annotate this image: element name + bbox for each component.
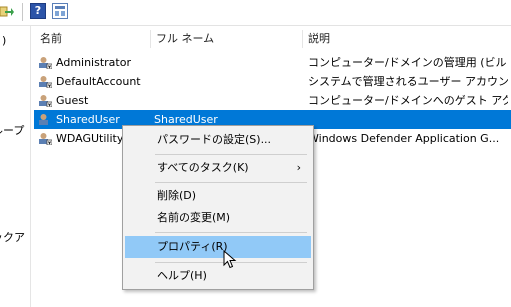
row-name: Administrator [56,56,131,69]
row-name: Guest [56,94,89,107]
user-icon [39,95,52,107]
menu-item-delete[interactable]: 削除(D) [125,185,311,207]
help-glyph: ? [34,4,42,17]
menu-item-properties[interactable]: プロパティ(R) [125,236,311,258]
toolbar-separator [22,3,23,21]
tree-fragment[interactable]: ループ [0,122,24,138]
column-header-full-name[interactable]: フル ネーム [156,26,214,52]
menu-item-label: 削除(D) [157,189,197,202]
row-name: DefaultAccount [56,75,141,88]
column-header-description[interactable]: 説明 [308,26,330,52]
menu-item-set-password[interactable]: パスワードの設定(S)... [125,129,311,151]
tree-pane: ) ループ ックア [0,26,31,307]
menu-separator [155,182,307,183]
menu-item-help[interactable]: ヘルプ(H) [125,265,311,287]
row-description: コンピューター/ドメインの管理用 (ビルト... [308,56,508,69]
menu-item-rename[interactable]: 名前の変更(M) [125,207,311,229]
user-icon [39,114,48,125]
menu-item-label: プロパティ(R) [157,240,228,253]
column-header-name[interactable]: 名前 [40,26,62,52]
table-row[interactable]: DefaultAccount システムで管理されるユーザー アカウン... [34,72,511,91]
help-icon[interactable]: ? [30,3,46,19]
menu-item-label: パスワードの設定(S)... [157,133,272,146]
menu-separator [155,154,307,155]
menu-item-all-tasks[interactable]: すべてのタスク(K) › [125,157,311,179]
menu-item-label: ヘルプ(H) [157,269,207,282]
tree-fragment[interactable]: ックア [0,229,25,245]
toolbar: ? [0,0,511,26]
submenu-arrow-icon: › [296,161,301,174]
mouse-pointer-icon [223,250,237,269]
row-description: システムで管理されるユーザー アカウン... [308,75,508,88]
menu-separator [155,232,307,233]
tree-fragment[interactable]: ) [2,34,6,47]
context-menu: パスワードの設定(S)... すべてのタスク(K) › 削除(D) 名前の変更(… [122,125,314,290]
column-separator[interactable] [302,30,303,48]
column-separator[interactable] [150,30,151,48]
menu-item-label: 名前の変更(M) [157,211,231,224]
table-row[interactable]: Guest コンピューター/ドメインへのゲスト アクセ... [34,91,511,110]
user-icon [39,57,52,69]
user-icon [39,133,52,145]
row-description: Windows Defender Application G... [308,132,500,145]
menu-item-label: すべてのタスク(K) [157,161,249,174]
export-arrow-icon[interactable] [0,4,14,18]
table-row[interactable]: Administrator コンピューター/ドメインの管理用 (ビルト... [34,53,511,72]
view-icon[interactable] [52,3,68,19]
row-description: コンピューター/ドメインへのゲスト アクセ... [308,94,508,107]
user-icon [39,76,52,88]
